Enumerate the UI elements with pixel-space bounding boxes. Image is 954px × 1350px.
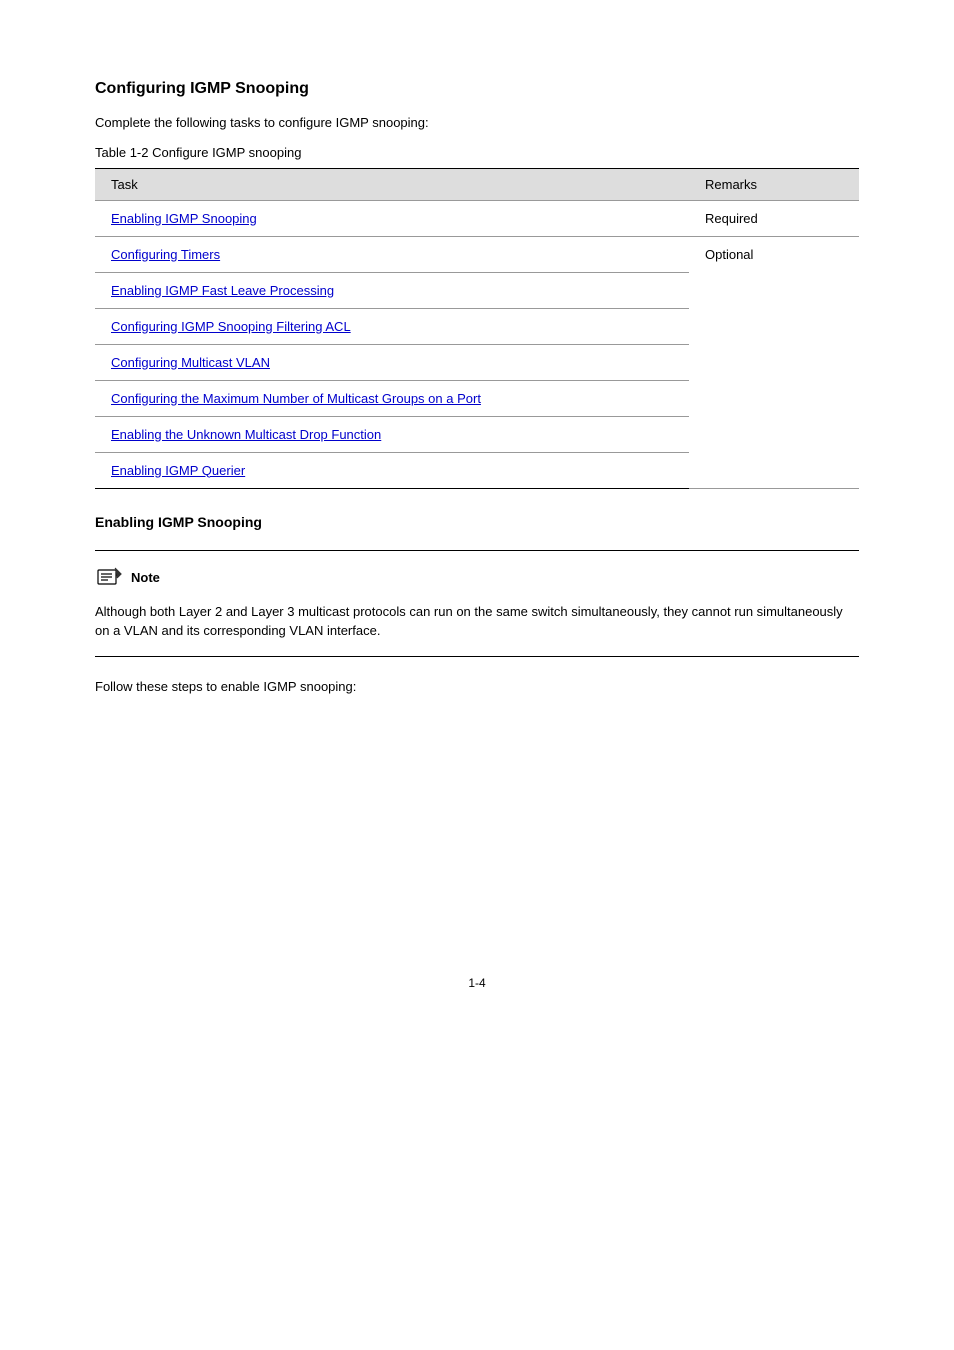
task-link[interactable]: Configuring IGMP Snooping Filtering ACL bbox=[111, 319, 351, 334]
note-icon bbox=[95, 566, 123, 590]
task-link[interactable]: Configuring Timers bbox=[111, 247, 220, 262]
task-table: Task Remarks Enabling IGMP Snooping Requ… bbox=[95, 168, 859, 489]
task-link[interactable]: Enabling IGMP Snooping bbox=[111, 211, 257, 226]
remark-cell: Required bbox=[689, 200, 859, 236]
task-link[interactable]: Configuring Multicast VLAN bbox=[111, 355, 270, 370]
remark-cell: Optional bbox=[689, 236, 859, 488]
column-header-task: Task bbox=[95, 168, 689, 200]
task-link[interactable]: Enabling the Unknown Multicast Drop Func… bbox=[111, 427, 381, 442]
task-link[interactable]: Enabling IGMP Querier bbox=[111, 463, 245, 478]
table-row: Configuring Timers Optional bbox=[95, 236, 859, 272]
table-row: Enabling IGMP Snooping Required bbox=[95, 200, 859, 236]
task-link[interactable]: Enabling IGMP Fast Leave Processing bbox=[111, 283, 334, 298]
section-heading: Configuring IGMP Snooping bbox=[95, 80, 859, 98]
note-box: Note Although both Layer 2 and Layer 3 m… bbox=[95, 550, 859, 657]
subsection-heading: Enabling IGMP Snooping bbox=[95, 514, 859, 530]
intro-text: Complete the following tasks to configur… bbox=[95, 113, 859, 133]
column-header-remarks: Remarks bbox=[689, 168, 859, 200]
task-link[interactable]: Configuring the Maximum Number of Multic… bbox=[111, 391, 481, 406]
page-number: 1-4 bbox=[95, 976, 859, 990]
table-caption: Table 1-2 Configure IGMP snooping bbox=[95, 145, 859, 160]
note-label: Note bbox=[131, 570, 160, 585]
post-note-text: Follow these steps to enable IGMP snoopi… bbox=[95, 677, 859, 697]
note-text: Although both Layer 2 and Layer 3 multic… bbox=[95, 602, 859, 641]
